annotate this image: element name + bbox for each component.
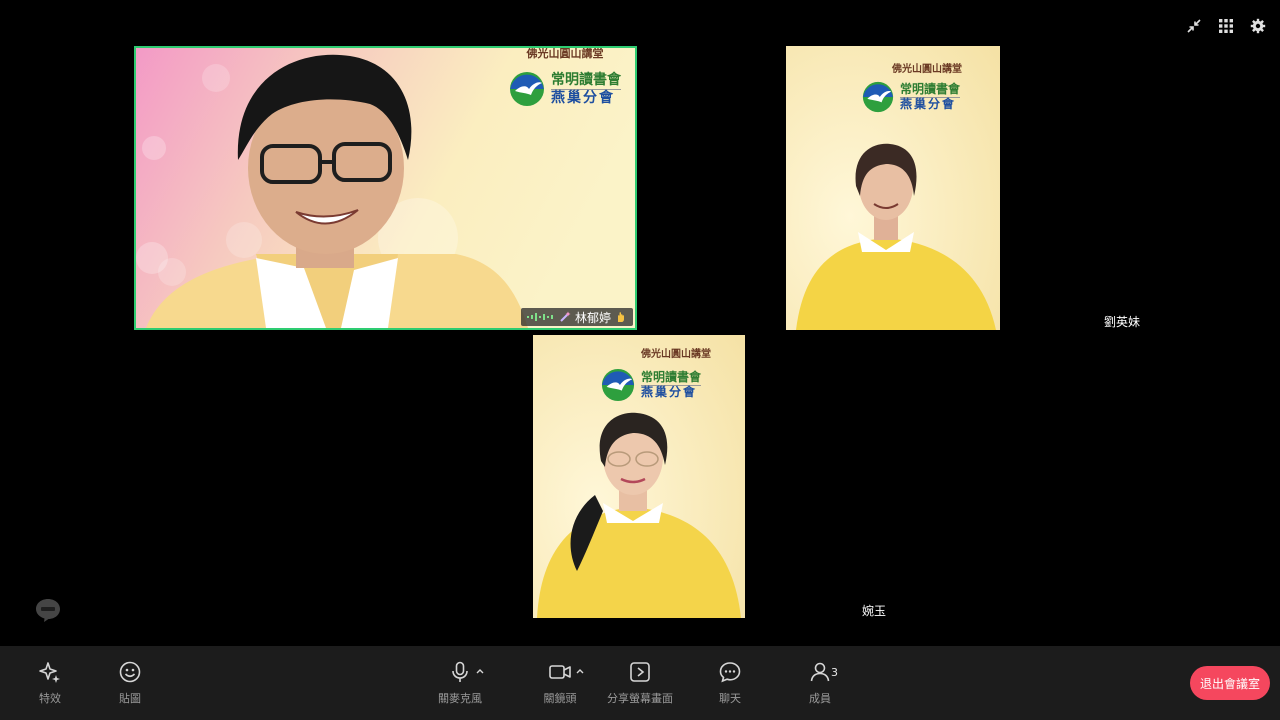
mic-button[interactable]: 關麥克風 — [430, 646, 490, 720]
bird-logo-icon — [601, 368, 635, 402]
bird-logo-icon — [510, 72, 544, 106]
collapse-icon[interactable] — [1182, 14, 1206, 38]
chevron-up-icon[interactable] — [576, 668, 584, 674]
chat-bubble-icon — [718, 646, 742, 684]
effects-label: 特效 — [39, 692, 61, 705]
temple-name: 佛光山圓山講堂 — [526, 47, 604, 60]
sparkle-icon — [38, 646, 62, 684]
person-icon: 3 — [800, 646, 840, 684]
line-logo-icon — [36, 599, 60, 622]
reading-club-name: 常明讀書會 — [551, 72, 621, 90]
camera-label: 關鏡頭 — [543, 692, 577, 705]
stickers-label: 貼圖 — [119, 692, 141, 705]
branch-name: 燕巢分會 — [551, 89, 615, 106]
video-tile-right[interactable]: 佛光山圓山講堂 常明讀書會 燕巢分會 — [786, 46, 1000, 330]
stickers-button[interactable]: 貼圖 — [110, 646, 150, 720]
participant-name: 劉英妹 — [1104, 315, 1141, 329]
mic-label: 關麥克風 — [438, 692, 482, 705]
hand-icon — [618, 312, 624, 322]
smiley-icon — [118, 646, 142, 684]
video-camera-icon — [530, 646, 590, 684]
video-tile-bottom[interactable]: 佛光山圓山講堂 常明讀書會 燕巢分會 — [533, 335, 745, 618]
bird-logo-icon — [862, 81, 894, 113]
microphone-icon — [430, 646, 490, 684]
grid-view-icon[interactable] — [1214, 14, 1238, 38]
reading-club-name: 常明讀書會 — [641, 369, 702, 386]
temple-name: 佛光山圓山講堂 — [641, 349, 711, 360]
reading-club-name: 常明讀書會 — [900, 81, 961, 98]
settings-icon[interactable] — [1246, 14, 1270, 38]
members-label: 成員 — [809, 692, 831, 705]
background-logo: 佛光山圓山講堂 常明讀書會 燕巢分會 — [490, 47, 635, 107]
temple-name: 佛光山圓山講堂 — [892, 64, 962, 75]
members-button[interactable]: 3 成員 — [800, 646, 840, 720]
share-screen-button[interactable]: 分享螢幕畫面 — [604, 646, 676, 720]
background-logo: 佛光山圓山講堂 常明讀書會 燕巢分會 — [862, 60, 992, 113]
audio-level-icon — [526, 313, 553, 321]
leave-meeting-button[interactable]: 退出會議室 — [1190, 666, 1270, 700]
background-logo: 佛光山圓山講堂 常明讀書會 燕巢分會 — [601, 345, 741, 402]
chat-label: 聊天 — [719, 692, 741, 705]
branch-name: 燕巢分會 — [900, 96, 957, 111]
chevron-up-icon[interactable] — [476, 668, 484, 674]
member-count: 3 — [831, 666, 838, 679]
effects-button[interactable]: 特效 — [30, 646, 70, 720]
meeting-toolbar: 特效 貼圖 關麥克風 關鏡頭 分享螢幕畫面 聊天 3 成員 — [0, 646, 1280, 720]
top-controls — [1182, 14, 1270, 38]
share-screen-icon — [628, 646, 652, 684]
participant-nametag: 林郁婷 — [520, 308, 633, 326]
share-screen-label: 分享螢幕畫面 — [607, 692, 673, 705]
branch-name: 燕巢分會 — [641, 384, 698, 399]
effects-wand-icon — [560, 311, 571, 322]
participant-name: 婉玉 — [862, 604, 887, 618]
video-tile-main[interactable]: 佛光山圓山講堂 常明讀書會 燕巢分會 林郁婷 — [134, 46, 637, 330]
camera-button[interactable]: 關鏡頭 — [530, 646, 590, 720]
participant-name: 林郁婷 — [574, 310, 611, 325]
chat-button[interactable]: 聊天 — [710, 646, 750, 720]
